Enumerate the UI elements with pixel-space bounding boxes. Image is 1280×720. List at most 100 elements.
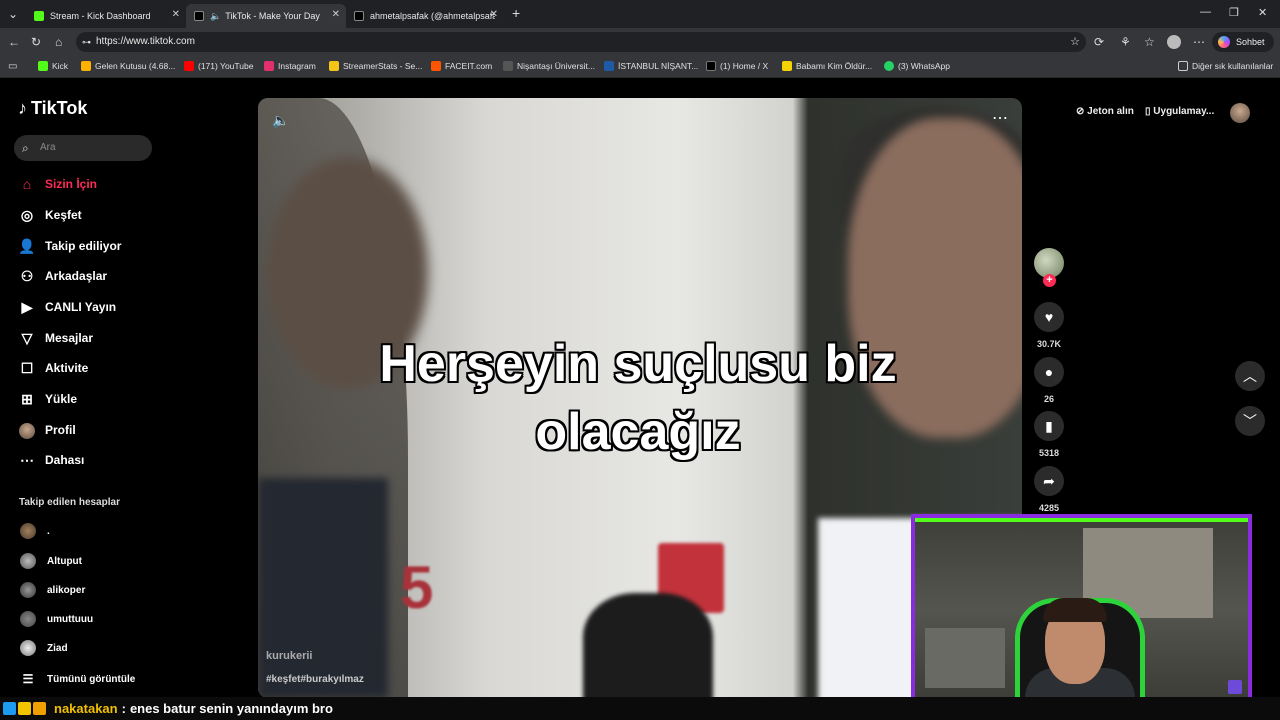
bookmark-instagram[interactable]: Instagram	[264, 61, 316, 71]
bookmark-faceit[interactable]: FACEIT.com	[431, 61, 492, 71]
bookmark-babami[interactable]: Babamı Kim Öldür...	[782, 61, 872, 71]
chat-separator: :	[121, 700, 126, 716]
other-bookmarks[interactable]: Diğer sık kullanılanlar	[1178, 61, 1273, 71]
nav-live[interactable]: ▶ CANLI Yayın	[18, 297, 117, 317]
like-action[interactable]: ♥ 30.7K	[1034, 302, 1064, 349]
share-icon[interactable]: ➦	[1034, 466, 1064, 496]
bookmark-kick[interactable]: Kick	[38, 61, 68, 71]
collections-icon[interactable]: ▭	[8, 60, 17, 74]
menu-dots-icon[interactable]: ⋯	[1193, 35, 1205, 49]
avatar	[20, 523, 36, 539]
site-info-icon[interactable]: ⊶	[82, 32, 91, 52]
tab-ahmetalpsafak[interactable]: ahmetalpsafak (@ahmetalpsafak) | ✕	[346, 4, 504, 28]
more-icon: ⋯	[20, 451, 34, 468]
more-options-icon[interactable]: ⋯	[992, 108, 1008, 128]
maximize-icon[interactable]: ❐	[1229, 6, 1239, 19]
user-avatar[interactable]	[1230, 103, 1250, 123]
speaker-icon[interactable]: 🔈	[210, 11, 221, 22]
search-icon: ⌕	[22, 141, 29, 155]
follow-plus-icon[interactable]: +	[1043, 274, 1056, 287]
nav-profile[interactable]: Profil	[18, 420, 76, 440]
new-tab-icon[interactable]: +	[512, 6, 520, 20]
whatsapp-icon	[884, 61, 894, 71]
see-all-button[interactable]: ☰ Tümünü görüntüle	[20, 670, 136, 688]
webcam-overlay	[911, 514, 1252, 704]
following-account[interactable]: alikoper	[20, 581, 85, 599]
extensions-icon[interactable]: ⟳	[1094, 35, 1104, 49]
bookmark-site-icon	[782, 61, 792, 71]
comment-icon[interactable]: ●	[1034, 357, 1064, 387]
app-label: Uygulamay...	[1153, 106, 1215, 117]
window-close-icon[interactable]: ✕	[1258, 6, 1267, 19]
nav-for-you[interactable]: ⌂ Sizin İçin	[18, 174, 97, 194]
copilot-icon	[1218, 36, 1230, 48]
video-author[interactable]: kurukerii	[266, 650, 312, 662]
search-input[interactable]: ⌕ Ara	[14, 135, 152, 161]
volume-icon[interactable]: 🔈	[272, 112, 289, 129]
nav-upload[interactable]: ⊞ Yükle	[18, 389, 77, 409]
close-icon[interactable]: ✕	[490, 9, 498, 20]
next-video-button[interactable]: ﹀	[1235, 406, 1265, 436]
comment-action[interactable]: ● 26	[1034, 357, 1064, 404]
nav-following[interactable]: 👤 Takip ediliyor	[18, 236, 121, 256]
browser-tab-bar: ⌄ Stream - Kick Dashboard ✕ 🔈 TikTok - M…	[0, 0, 1280, 28]
following-account[interactable]: Ziad	[20, 639, 68, 657]
favorite-icon[interactable]: ☆	[1070, 32, 1080, 52]
bookmark-icon[interactable]: ▮	[1034, 411, 1064, 441]
bookmark-youtube[interactable]: (171) YouTube	[184, 61, 253, 71]
following-account[interactable]: umuttuuu	[20, 610, 93, 628]
video-hashtags[interactable]: #keşfet#burakyılmaz	[266, 674, 364, 685]
nav-more[interactable]: ⋯ Dahası	[18, 450, 84, 470]
nav-friends[interactable]: ⚇ Arkadaşlar	[18, 266, 107, 286]
bookmark-mail[interactable]: Gelen Kutusu (4.68...	[81, 61, 175, 71]
tab-kick-dashboard[interactable]: Stream - Kick Dashboard ✕	[26, 4, 186, 28]
coin-icon: ⊘	[1076, 106, 1088, 117]
back-icon[interactable]: ←	[8, 35, 20, 49]
favorites-icon[interactable]: ☆	[1144, 35, 1155, 49]
bookmark-x[interactable]: (1) Home / X	[706, 61, 768, 71]
nav-activity[interactable]: ☐ Aktivite	[18, 358, 89, 378]
home-page-icon[interactable]: ⌂	[55, 35, 62, 49]
crown-badge-icon	[33, 702, 46, 715]
heart-icon[interactable]: ♥	[1034, 302, 1064, 332]
bookmark-istanbul[interactable]: İSTANBUL NİŞANT...	[604, 61, 698, 71]
bookmark-label: Instagram	[278, 61, 316, 71]
profile-icon[interactable]	[1167, 35, 1181, 49]
get-app-button[interactable]: ▯ Uygulamay...	[1145, 106, 1214, 117]
tab-label: Stream - Kick Dashboard	[50, 11, 151, 21]
bookmark-label: (171) YouTube	[198, 61, 254, 71]
copilot-button[interactable]: Sohbet et	[1212, 32, 1274, 67]
get-coins-button[interactable]: ⊘ Jeton alın	[1076, 106, 1134, 117]
share-action[interactable]: ➦ 4285	[1034, 466, 1064, 513]
tab-tiktok[interactable]: 🔈 TikTok - Make Your Day ✕	[186, 4, 346, 28]
following-account[interactable]: Altuput	[20, 552, 82, 570]
tiktok-logo[interactable]: ♪ TikTok	[18, 98, 87, 119]
tools-icon[interactable]: ⚘	[1120, 35, 1131, 49]
minimize-icon[interactable]: —	[1200, 6, 1211, 18]
address-bar[interactable]: ⊶ https://www.tiktok.com ☆	[76, 32, 1086, 52]
avatar	[20, 611, 36, 627]
nav-label: Arkadaşlar	[45, 269, 108, 283]
faceit-icon	[431, 61, 441, 71]
webcam-streamer-hair	[1043, 598, 1107, 622]
avatar	[20, 553, 36, 569]
video-player[interactable]: 5 Herşeyin suçlusu biz olacağız 🔈 ⋯ kuru…	[258, 98, 1022, 698]
close-icon[interactable]: ✕	[172, 9, 180, 20]
webcam-wall	[925, 628, 1005, 688]
refresh-icon[interactable]: ↻	[31, 35, 41, 49]
close-icon[interactable]: ✕	[332, 9, 340, 20]
kick-icon	[38, 61, 48, 71]
bookmark-streamerstats[interactable]: StreamerStats - Se...	[329, 61, 422, 71]
tab-list-icon[interactable]: ⌄	[8, 7, 18, 21]
nav-messages[interactable]: ▽ Mesajlar	[18, 328, 93, 348]
previous-video-button[interactable]: ︿	[1235, 361, 1265, 391]
like-count: 30.7K	[1036, 339, 1062, 349]
bookmark-nisantasi[interactable]: Nişantaşı Üniversit...	[503, 61, 595, 71]
video-frame-number: 5	[400, 554, 434, 621]
bookmark-whatsapp[interactable]: (3) WhatsApp	[884, 61, 950, 71]
instagram-icon	[264, 61, 274, 71]
nav-explore[interactable]: ◎ Keşfet	[18, 205, 82, 225]
save-action[interactable]: ▮ 5318	[1034, 411, 1064, 458]
profile-avatar	[18, 421, 36, 439]
following-account[interactable]: .	[20, 522, 50, 540]
